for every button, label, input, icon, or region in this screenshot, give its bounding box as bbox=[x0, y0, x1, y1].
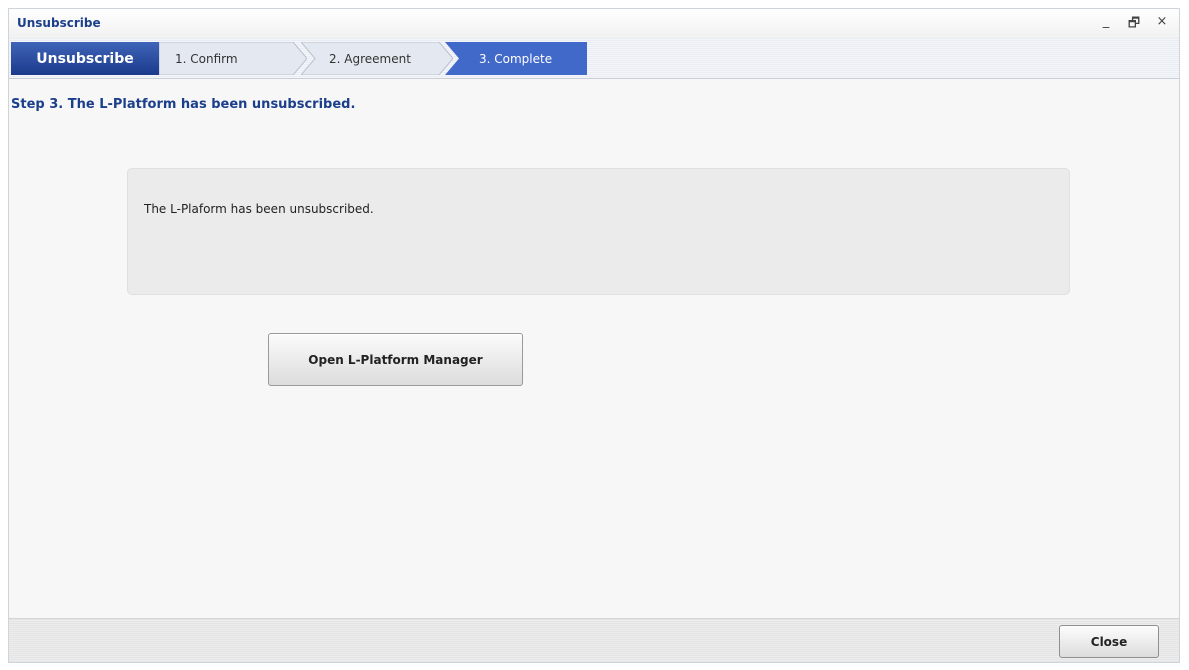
step-label: 2. Agreement bbox=[329, 51, 411, 66]
title-bar: Unsubscribe _ 🗗 × bbox=[9, 9, 1179, 38]
close-button[interactable]: Close bbox=[1059, 625, 1159, 658]
page-heading: Step 3. The L-Platform has been unsubscr… bbox=[11, 97, 356, 112]
window-controls: _ 🗗 × bbox=[1099, 14, 1169, 36]
step-agreement: 2. Agreement bbox=[301, 42, 453, 75]
message-panel: The L-Plaform has been unsubscribed. bbox=[127, 168, 1070, 295]
step-confirm: 1. Confirm bbox=[159, 42, 307, 75]
close-icon[interactable]: × bbox=[1155, 14, 1169, 36]
window-title: Unsubscribe bbox=[17, 16, 101, 30]
minimize-icon[interactable]: _ bbox=[1099, 14, 1113, 36]
step-complete: 3. Complete bbox=[445, 42, 587, 75]
wizard-title-tab: Unsubscribe bbox=[11, 42, 159, 75]
open-l-platform-manager-button[interactable]: Open L-Platform Manager bbox=[268, 333, 523, 386]
footer-bar: Close bbox=[9, 618, 1179, 662]
step-label: 1. Confirm bbox=[175, 51, 238, 66]
restore-icon[interactable]: 🗗 bbox=[1127, 14, 1141, 36]
step-label: 3. Complete bbox=[479, 51, 553, 66]
unsubscribe-window: Unsubscribe _ 🗗 × Unsubscribe 1. Confirm… bbox=[8, 8, 1180, 663]
wizard-step-bar: Unsubscribe 1. Confirm 2. Agreement 3. C… bbox=[9, 38, 1179, 79]
completion-message: The L-Plaform has been unsubscribed. bbox=[144, 202, 374, 216]
